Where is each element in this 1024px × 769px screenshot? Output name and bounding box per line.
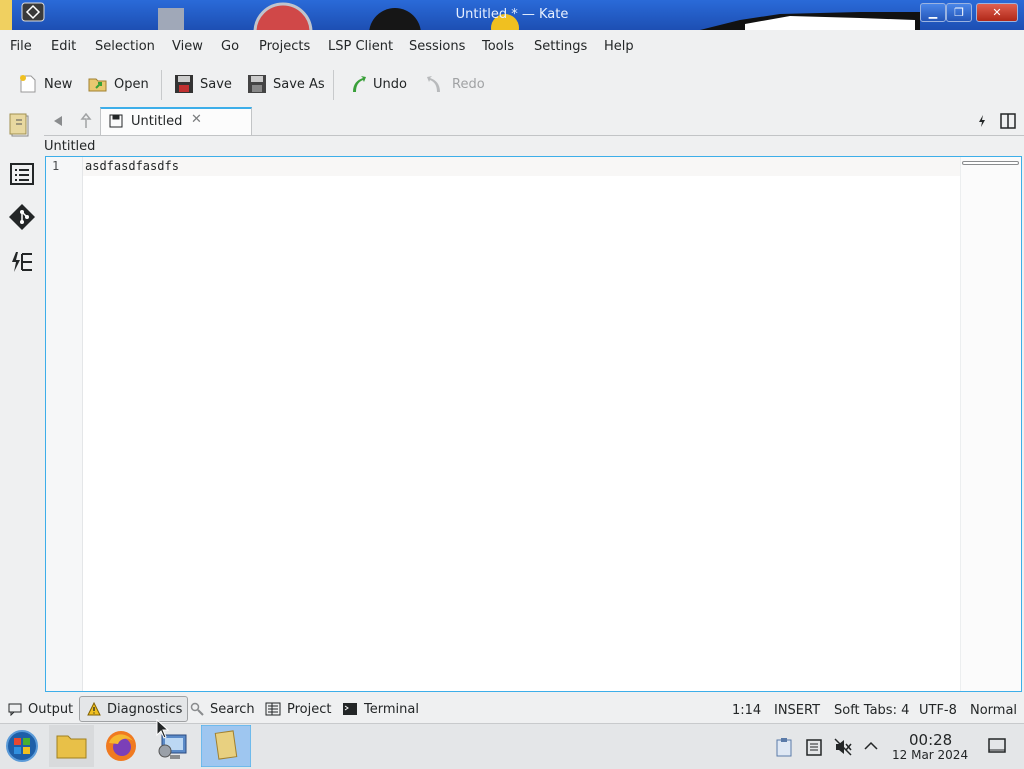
menu-tools[interactable]: Tools bbox=[482, 39, 514, 54]
build-plugin-icon[interactable] bbox=[8, 248, 36, 276]
indentation-setting[interactable]: Soft Tabs: 4 bbox=[834, 703, 909, 718]
previous-tab-icon[interactable] bbox=[52, 115, 64, 127]
open-folder-icon bbox=[88, 78, 107, 92]
project-icon bbox=[265, 702, 281, 716]
chevron-up-icon[interactable] bbox=[864, 740, 878, 752]
toolbar-separator bbox=[161, 70, 162, 100]
quick-open-icon[interactable] bbox=[976, 114, 988, 128]
title-bar: Untitled * — Kate ▁ ❐ ✕ bbox=[0, 0, 1024, 30]
undo-arrow-icon bbox=[353, 76, 366, 92]
save-document-icon bbox=[109, 114, 123, 128]
editor-line[interactable]: asdfasdfasdfs bbox=[85, 159, 179, 173]
terminal-label: Terminal bbox=[364, 701, 419, 717]
cursor-position[interactable]: 1:14 bbox=[732, 703, 761, 718]
close-button[interactable]: ✕ bbox=[976, 3, 1018, 22]
kate-editor-icon[interactable] bbox=[201, 725, 251, 767]
window-title: Untitled * — Kate bbox=[455, 7, 569, 22]
editor-area[interactable]: 1 asdfasdfasdfs bbox=[45, 156, 1022, 692]
menu-file[interactable]: File bbox=[10, 39, 32, 54]
show-desktop-icon[interactable] bbox=[988, 738, 1006, 754]
input-mode[interactable]: Normal bbox=[970, 703, 1017, 718]
history-back-icon[interactable] bbox=[78, 113, 92, 129]
new-button[interactable]: New bbox=[18, 72, 72, 96]
start-menu-icon[interactable] bbox=[5, 729, 39, 763]
warning-icon bbox=[87, 702, 101, 716]
save-as-icon bbox=[248, 75, 266, 93]
documents-icon[interactable] bbox=[8, 112, 36, 140]
search-label: Search bbox=[210, 701, 255, 717]
bottom-bar: Output Diagnostics Search Project Termin… bbox=[0, 695, 1024, 722]
menu-settings[interactable]: Settings bbox=[534, 39, 587, 54]
main-toolbar: New Open Save Save As Undo Redo bbox=[0, 64, 1024, 104]
search-panel-button[interactable]: Search bbox=[190, 699, 255, 719]
breadcrumb[interactable]: Untitled bbox=[44, 139, 95, 154]
menu-help[interactable]: Help bbox=[604, 39, 634, 54]
symbol-list-icon[interactable] bbox=[8, 160, 36, 188]
save-as-button[interactable]: Save As bbox=[247, 72, 325, 96]
new-document-icon bbox=[20, 75, 36, 93]
line-number: 1 bbox=[52, 159, 60, 173]
notes-icon[interactable] bbox=[806, 738, 822, 756]
redo-button[interactable]: Redo bbox=[426, 72, 485, 96]
menu-bar: File Edit Selection View Go Projects LSP… bbox=[0, 31, 1024, 61]
tab-close-icon[interactable]: ✕ bbox=[191, 112, 202, 127]
maximize-icon: ❐ bbox=[954, 6, 964, 19]
tab-bar-divider bbox=[44, 135, 1024, 136]
menu-edit[interactable]: Edit bbox=[51, 39, 76, 54]
new-label: New bbox=[44, 76, 73, 92]
edit-mode[interactable]: INSERT bbox=[774, 703, 820, 718]
current-line-highlight bbox=[83, 157, 961, 176]
project-panel-button[interactable]: Project bbox=[265, 699, 331, 719]
minimap-scrollbar[interactable] bbox=[960, 157, 1021, 691]
clock-date[interactable]: 12 Mar 2024 bbox=[892, 748, 968, 762]
redo-arrow-icon bbox=[427, 76, 440, 92]
mouse-pointer-icon bbox=[156, 719, 170, 739]
save-button[interactable]: Save bbox=[174, 72, 232, 96]
tab-bar: Untitled ✕ bbox=[44, 107, 1024, 137]
terminal-panel-button[interactable]: Terminal bbox=[342, 699, 419, 719]
tab-untitled[interactable]: Untitled ✕ bbox=[100, 107, 252, 135]
menu-projects[interactable]: Projects bbox=[259, 39, 310, 54]
minimize-button[interactable]: ▁ bbox=[920, 3, 946, 22]
minimap-slider[interactable] bbox=[962, 161, 1019, 165]
menu-sessions[interactable]: Sessions bbox=[409, 39, 465, 54]
output-panel-button[interactable]: Output bbox=[8, 699, 73, 719]
clipboard-icon[interactable] bbox=[775, 737, 793, 757]
output-icon bbox=[8, 703, 22, 716]
undo-button[interactable]: Undo bbox=[347, 72, 407, 96]
menu-lsp-client[interactable]: LSP Client bbox=[328, 39, 393, 54]
close-icon: ✕ bbox=[992, 6, 1002, 19]
save-label: Save bbox=[200, 76, 232, 92]
file-manager-icon[interactable] bbox=[49, 725, 94, 767]
diagnostics-panel-button[interactable]: Diagnostics bbox=[79, 696, 189, 722]
menu-go[interactable]: Go bbox=[221, 39, 239, 54]
volume-muted-icon[interactable] bbox=[834, 738, 852, 756]
toolbar-separator bbox=[333, 70, 334, 100]
save-icon bbox=[175, 75, 193, 93]
redo-label: Redo bbox=[452, 76, 485, 92]
tab-label: Untitled bbox=[131, 114, 183, 129]
undo-label: Undo bbox=[373, 76, 407, 92]
line-number-gutter: 1 bbox=[46, 157, 83, 691]
terminal-icon bbox=[343, 703, 357, 715]
menu-view[interactable]: View bbox=[172, 39, 203, 54]
git-icon[interactable] bbox=[8, 203, 36, 231]
maximize-button[interactable]: ❐ bbox=[946, 3, 972, 22]
taskbar: 00:28 12 Mar 2024 bbox=[0, 723, 1024, 769]
diagnostics-label: Diagnostics bbox=[107, 701, 183, 717]
save-as-label: Save As bbox=[273, 76, 325, 92]
minimize-icon: ▁ bbox=[928, 6, 938, 19]
output-label: Output bbox=[28, 701, 74, 717]
firefox-icon[interactable] bbox=[104, 729, 138, 763]
open-label: Open bbox=[114, 76, 149, 92]
search-icon bbox=[190, 702, 204, 716]
open-button[interactable]: Open bbox=[88, 72, 149, 96]
encoding[interactable]: UTF-8 bbox=[919, 703, 957, 718]
menu-selection[interactable]: Selection bbox=[95, 39, 155, 54]
split-view-icon[interactable] bbox=[1000, 113, 1016, 129]
project-label: Project bbox=[287, 701, 332, 717]
clock-time[interactable]: 00:28 bbox=[909, 731, 952, 749]
